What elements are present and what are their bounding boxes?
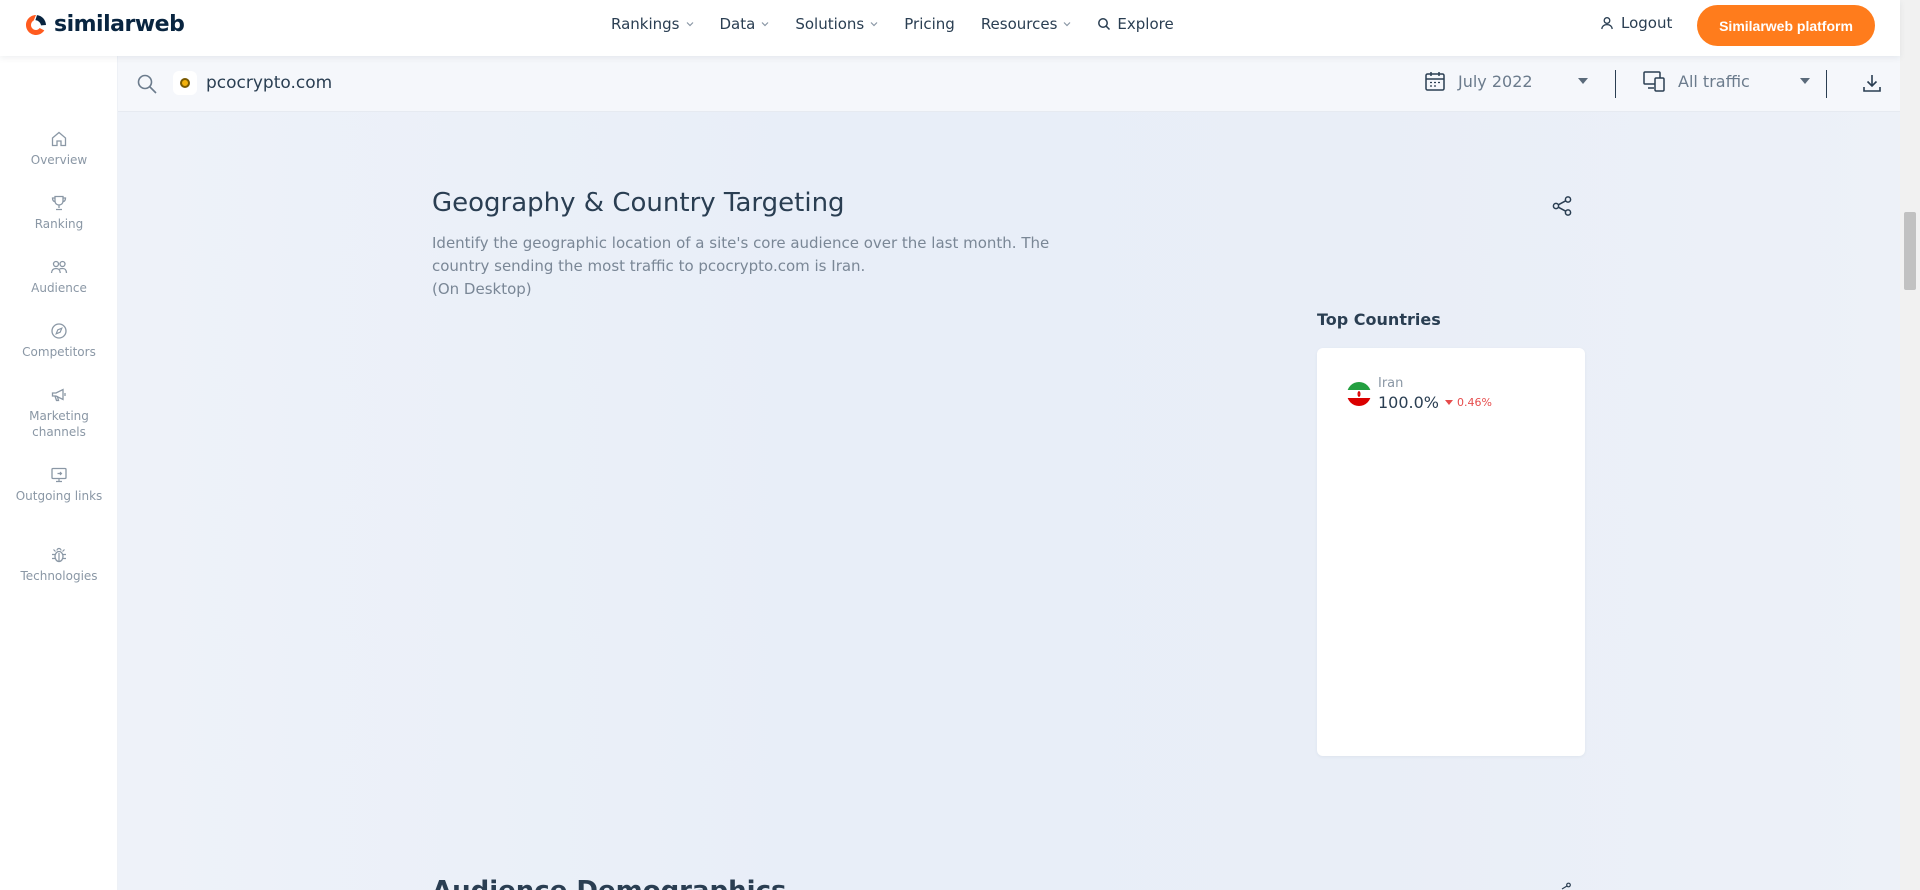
top-countries-card: Iran 100.0% 0.46% [1317,348,1585,756]
sidebar-item-outgoing-links[interactable]: Outgoing links [0,466,118,504]
caret-down-icon [1800,78,1810,84]
main-content: Geography & Country Targeting Identify t… [118,112,1900,890]
home-icon [51,131,67,147]
divider [1826,70,1827,98]
country-row[interactable]: Iran 100.0% 0.46% [1347,376,1492,412]
traffic-filter-value: All traffic [1678,71,1750,91]
trophy-icon [51,195,67,211]
geography-description: Identify the geographic location of a si… [432,232,1052,301]
logout-label: Logout [1621,14,1673,32]
sidebar-item-label: Technologies [20,569,98,583]
geography-section-title: Geography & Country Targeting [432,188,845,218]
user-icon [1601,17,1613,30]
chevron-down-icon [870,22,878,27]
geography-device-note: (On Desktop) [432,280,532,298]
sidebar-item-marketing-channels[interactable]: Marketing channels [0,386,118,440]
main-menu: Rankings Data Solutions Pricing Resource… [611,0,1200,48]
calendar-icon [1425,72,1445,91]
users-icon [50,260,68,274]
traffic-source-selector[interactable]: All traffic [1642,70,1810,92]
audience-demographics-title: Audience Demographics [432,876,786,890]
chevron-down-icon [686,22,693,27]
divider [1615,70,1616,98]
sidebar-item-technologies[interactable]: Technologies [0,546,118,584]
nav-resources[interactable]: Resources [981,15,1072,33]
chevron-down-icon [1063,22,1071,27]
page-scrollbar-thumb[interactable] [1904,212,1916,290]
country-name: Iran [1378,376,1404,391]
domain-input[interactable]: pcocrypto.com [206,73,332,93]
caret-down-icon [1445,400,1454,405]
nav-pricing[interactable]: Pricing [904,15,955,33]
devices-icon [1643,71,1665,92]
nav-rankings[interactable]: Rankings [611,15,694,33]
nav-explore[interactable]: Explore [1097,15,1174,33]
logout-link[interactable]: Logout [1600,14,1672,32]
compass-icon [51,323,67,339]
top-countries-heading: Top Countries [1317,310,1441,329]
search-icon[interactable] [136,73,158,95]
country-info: Iran 100.0% 0.46% [1378,376,1492,412]
brand-name: similarweb [54,12,185,37]
sidebar-item-label: Ranking [34,217,84,231]
sidebar-item-label: Marketing channels [29,409,89,439]
share-icon[interactable] [1550,194,1574,218]
sidebar-item-label: Overview [30,153,88,167]
site-favicon [173,71,197,95]
sidebar-item-label: Audience [31,281,87,295]
sidebar-item-label: Competitors [22,345,96,359]
similarweb-platform-button[interactable]: Similarweb platform [1697,5,1875,46]
similarweb-logo[interactable]: similarweb [24,12,185,37]
country-traffic-change: 0.46% [1457,396,1492,409]
nav-solutions-label: Solutions [795,15,865,33]
sidebar-item-audience[interactable]: Audience [0,258,118,296]
megaphone-icon [51,388,66,402]
page-scrollbar-track[interactable] [1900,0,1920,890]
download-icon[interactable] [1861,72,1883,94]
search-icon [1098,18,1111,31]
nav-resources-label: Resources [980,15,1058,33]
iran-flag-icon [1347,382,1371,406]
top-navigation: similarweb Rankings Data Solutions Prici… [0,0,1900,56]
date-range-value: July 2022 [1458,71,1533,91]
nav-rankings-label: Rankings [611,15,680,33]
sidebar-item-overview[interactable]: Overview [0,130,118,168]
similarweb-logo-icon [26,14,46,35]
sidebar-item-label: Outgoing links [15,489,103,503]
country-traffic-share: 100.0% [1378,393,1440,412]
left-sidebar: Overview Ranking Audience Competitors Ma… [0,56,118,890]
monitor-link-icon [51,467,67,483]
nav-explore-label: Explore [1117,15,1174,33]
nav-solutions[interactable]: Solutions [795,15,878,33]
bug-icon [52,547,66,563]
nav-data-label: Data [719,15,756,33]
share-icon[interactable] [1558,882,1572,890]
country-metrics: 100.0% 0.46% [1378,393,1492,412]
chevron-down-icon [761,22,769,27]
nav-pricing-label: Pricing [904,15,955,33]
sidebar-item-competitors[interactable]: Competitors [0,322,118,360]
sidebar-item-ranking[interactable]: Ranking [0,194,118,232]
website-search-bar: pcocrypto.com July 2022 All traffic [118,56,1900,112]
caret-down-icon [1578,78,1588,84]
geography-description-text: Identify the geographic location of a si… [432,234,1050,275]
nav-data[interactable]: Data [720,15,770,33]
date-range-selector[interactable]: July 2022 [1424,70,1588,92]
